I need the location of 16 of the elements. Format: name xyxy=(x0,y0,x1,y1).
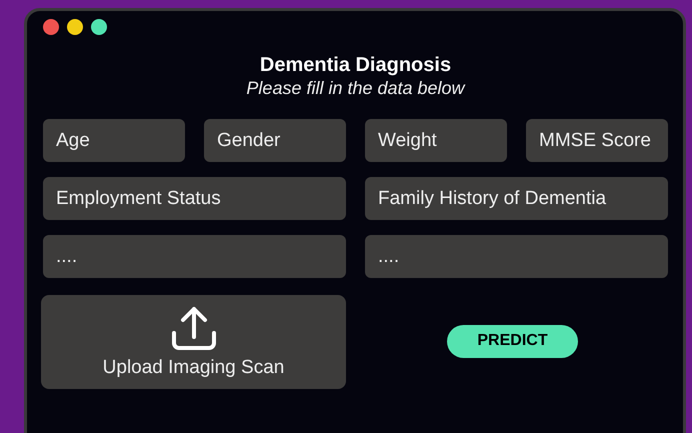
predict-button[interactable]: PREDICT xyxy=(447,324,578,358)
input-field[interactable]: .... xyxy=(365,235,668,278)
input-field[interactable]: Age xyxy=(43,119,185,162)
upload-button[interactable]: Upload Imaging Scan xyxy=(41,295,346,389)
form-title: Dementia Diagnosis xyxy=(258,53,452,77)
minimize-icon[interactable] xyxy=(67,19,83,35)
input-field[interactable]: Gender xyxy=(204,119,346,162)
input-field[interactable]: .... xyxy=(43,235,346,278)
close-icon[interactable] xyxy=(43,19,59,35)
upload-icon xyxy=(170,305,218,351)
form-subtitle: Please fill in the data below xyxy=(245,77,466,99)
input-field[interactable]: Employment Status xyxy=(43,177,346,220)
input-field[interactable]: Weight xyxy=(365,119,507,162)
input-field[interactable]: Family History of Dementia xyxy=(365,177,668,220)
input-field[interactable]: MMSE Score xyxy=(526,119,668,162)
maximize-icon[interactable] xyxy=(91,19,107,35)
